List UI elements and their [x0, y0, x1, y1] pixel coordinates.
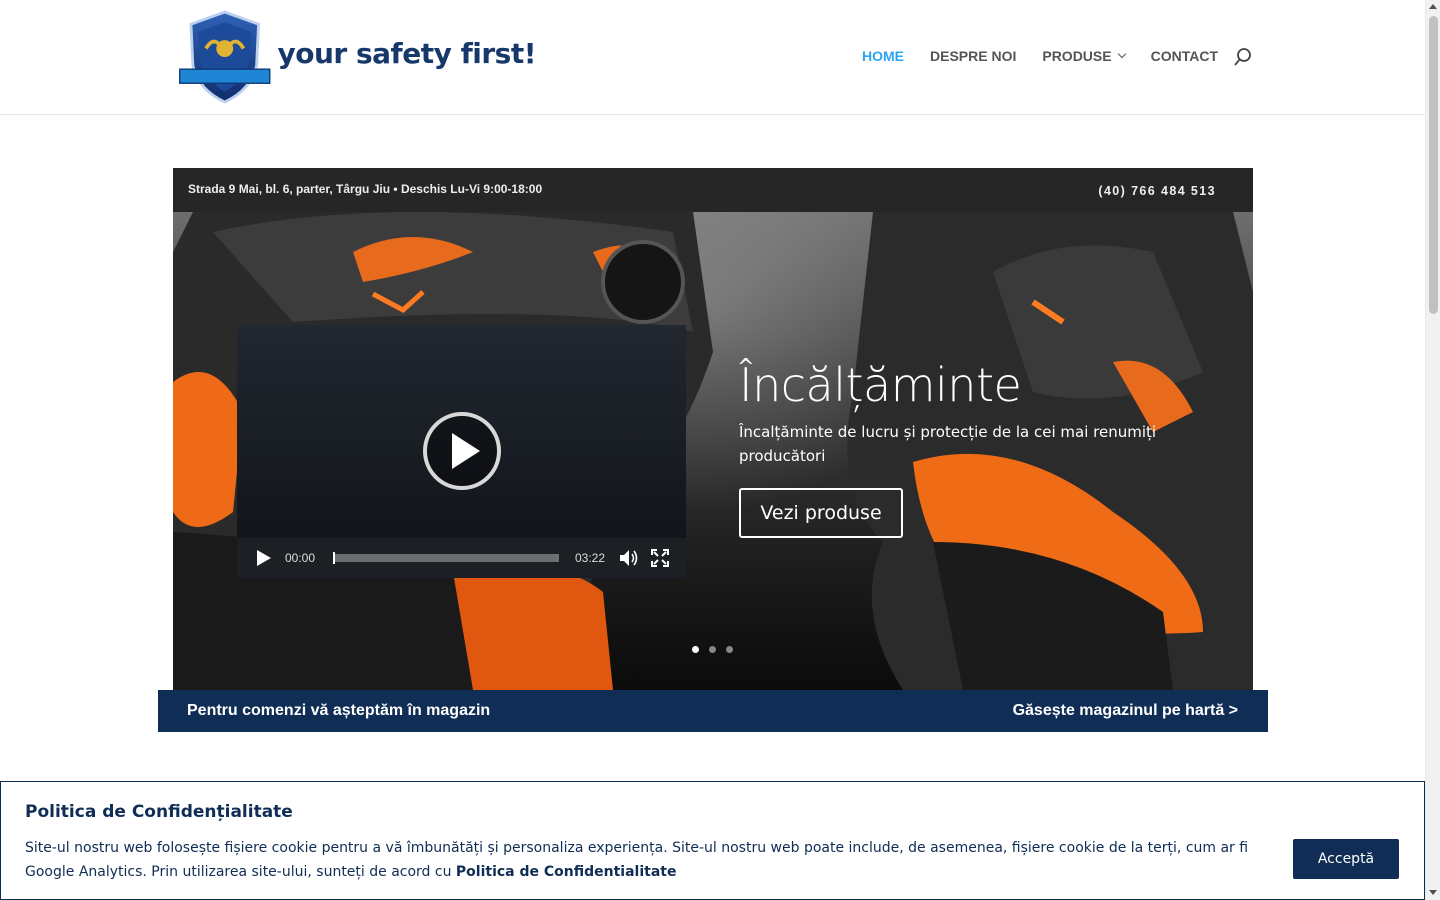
slider-dot-3[interactable]	[726, 646, 733, 653]
store-map-link[interactable]: Găsește magazinul pe hartă >	[1013, 702, 1238, 720]
video-current-time: 00:00	[285, 551, 316, 565]
slider-dot-1[interactable]	[692, 646, 699, 653]
site-logo[interactable]: your safety first!	[176, 6, 536, 108]
scrollbar-thumb[interactable]	[1429, 16, 1438, 314]
slide-title: Încălțăminte	[739, 358, 1022, 412]
nav-home[interactable]: HOME	[862, 48, 904, 64]
cookie-text: Site-ul nostru web folosește fișiere coo…	[25, 836, 1275, 884]
cookie-title: Politica de Confidențialitate	[25, 802, 293, 822]
store-cta-bar: Pentru comenzi vă așteptăm în magazin Gă…	[158, 690, 1268, 732]
logo-tagline: your safety first!	[277, 36, 536, 70]
search-icon[interactable]	[1233, 47, 1253, 67]
slide-description: Încalțăminte de lucru și protecție de la…	[739, 423, 1157, 465]
video-progress-handle[interactable]	[333, 552, 335, 564]
opening-hours: Deschis Lu-Vi 9:00-18:00	[400, 182, 543, 196]
play-large-icon[interactable]	[422, 411, 502, 491]
fullscreen-icon[interactable]	[651, 549, 669, 567]
play-icon[interactable]	[257, 550, 271, 566]
video-controls: 00:00 03:22	[237, 538, 686, 578]
privacy-policy-link[interactable]: Politica de Confidentialitate	[456, 864, 677, 880]
contact-infobar: Strada 9 Mai, bl. 6, parter, Târgu Jiu •…	[173, 168, 1253, 212]
nav-despre-noi[interactable]: DESPRE NOI	[930, 48, 1016, 64]
chevron-down-icon	[1117, 49, 1126, 59]
nav-produse[interactable]: PRODUSE	[1042, 48, 1126, 64]
nav-produse-label: PRODUSE	[1042, 48, 1112, 64]
nav-contact[interactable]: CONTACT	[1151, 48, 1218, 64]
shield-logo-icon	[179, 10, 271, 104]
address-text: Strada 9 Mai, bl. 6, parter, Târgu Jiu	[188, 182, 391, 196]
slider-dot-2[interactable]	[709, 646, 716, 653]
scroll-up-icon[interactable]	[1429, 4, 1437, 9]
view-products-button[interactable]: Vezi produse	[739, 488, 903, 538]
cookie-banner: Politica de Confidențialitate Site-ul no…	[0, 781, 1425, 900]
video-player[interactable]: 00:00 03:22	[237, 325, 686, 578]
hero-slider: 00:00 03:22 Încălțăminte Încalțăminte de…	[173, 212, 1253, 690]
volume-icon[interactable]	[619, 549, 639, 567]
page-scrollbar[interactable]	[1425, 0, 1440, 900]
info-separator: •	[390, 182, 401, 196]
phone-number[interactable]: (40) 766 484 513	[1098, 184, 1216, 198]
accept-cookies-button[interactable]: Acceptă	[1293, 839, 1399, 879]
slider-pagination	[692, 646, 743, 653]
store-cta-text: Pentru comenzi vă așteptăm în magazin	[187, 702, 491, 719]
video-duration: 03:22	[575, 551, 606, 565]
store-address: Strada 9 Mai, bl. 6, parter, Târgu Jiu •…	[188, 182, 542, 196]
video-progress-track[interactable]	[333, 552, 559, 564]
scroll-down-icon[interactable]	[1429, 890, 1437, 895]
site-header: your safety first! HOME DESPRE NOI PRODU…	[0, 0, 1425, 115]
main-nav: HOME DESPRE NOI PRODUSE CONTACT	[862, 48, 1244, 64]
